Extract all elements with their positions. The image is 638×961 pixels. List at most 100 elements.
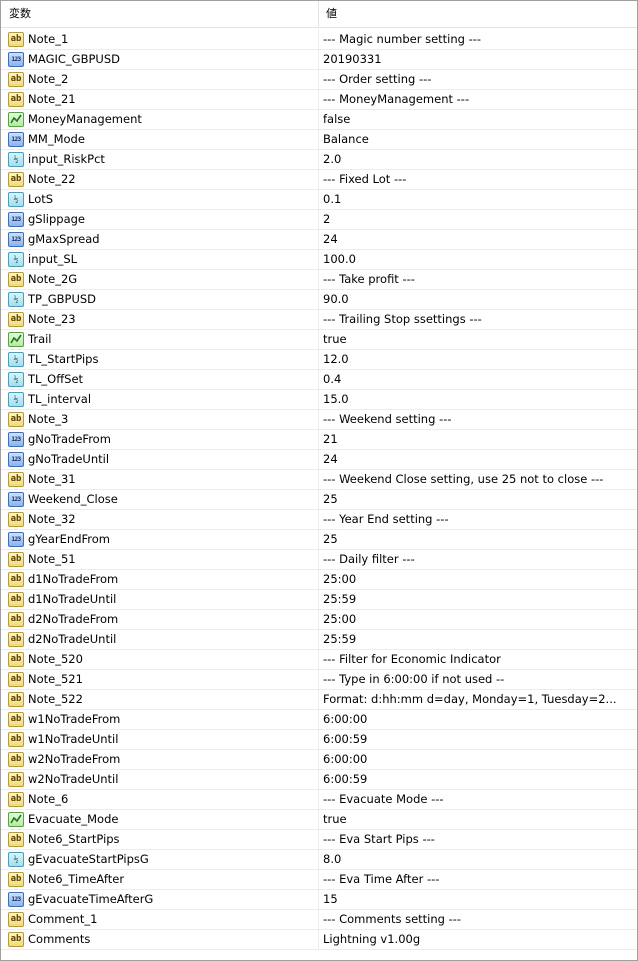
value-cell[interactable]: Format: d:hh:mm d=day, Monday=1, Tuesday… — [320, 690, 637, 709]
value-cell[interactable]: 12.0 — [320, 350, 637, 369]
value-cell[interactable]: --- Weekend setting --- — [320, 410, 637, 429]
table-row[interactable]: ab Note_3 --- Weekend setting --- — [1, 410, 637, 430]
string-icon: ab — [8, 752, 24, 767]
table-row[interactable]: Trail true — [1, 330, 637, 350]
value-cell[interactable]: 100.0 — [320, 250, 637, 269]
table-row[interactable]: ab Comment_1 --- Comments setting --- — [1, 910, 637, 930]
value-cell[interactable]: 24 — [320, 450, 637, 469]
table-row[interactable]: ab Note_23 --- Trailing Stop ssettings --- — [1, 310, 637, 330]
value-cell[interactable]: 25:00 — [320, 610, 637, 629]
value-cell[interactable]: 15.0 — [320, 390, 637, 409]
value-cell[interactable]: 15 — [320, 890, 637, 909]
table-row[interactable]: 123 Weekend_Close 25 — [1, 490, 637, 510]
value-cell[interactable]: 25 — [320, 530, 637, 549]
value-cell[interactable]: 25:00 — [320, 570, 637, 589]
double-icon: ½ — [8, 852, 24, 867]
value-cell[interactable]: 24 — [320, 230, 637, 249]
table-row[interactable]: ab d1NoTradeFrom 25:00 — [1, 570, 637, 590]
table-row[interactable]: ½ input_RiskPct 2.0 — [1, 150, 637, 170]
value-cell[interactable]: --- MoneyManagement --- — [320, 90, 637, 109]
value-cell[interactable]: 2 — [320, 210, 637, 229]
table-row[interactable]: 123 gYearEndFrom 25 — [1, 530, 637, 550]
value-cell[interactable]: 21 — [320, 430, 637, 449]
table-row[interactable]: ab w1NoTradeUntil 6:00:59 — [1, 730, 637, 750]
table-row[interactable]: ab Note_522 Format: d:hh:mm d=day, Monday=… — [1, 690, 637, 710]
value-cell[interactable]: true — [320, 810, 637, 829]
value-cell[interactable]: --- Magic number setting --- — [320, 30, 637, 49]
value-cell[interactable]: 8.0 — [320, 850, 637, 869]
value-cell[interactable]: --- Filter for Economic Indicator — [320, 650, 637, 669]
table-row[interactable]: 123 gMaxSpread 24 — [1, 230, 637, 250]
table-row[interactable]: 123 MAGIC_GBPUSD 20190331 — [1, 50, 637, 70]
value-cell[interactable]: --- Order setting --- — [320, 70, 637, 89]
value-cell[interactable]: 25:59 — [320, 590, 637, 609]
table-row[interactable]: ab w1NoTradeFrom 6:00:00 — [1, 710, 637, 730]
value-cell[interactable]: 90.0 — [320, 290, 637, 309]
table-row[interactable]: ab Note_2 --- Order setting --- — [1, 70, 637, 90]
value-cell[interactable]: --- Eva Start Pips --- — [320, 830, 637, 849]
value-cell[interactable]: false — [320, 110, 637, 129]
table-row[interactable]: ½ TP_GBPUSD 90.0 — [1, 290, 637, 310]
value-cell[interactable]: 25 — [320, 490, 637, 509]
table-row[interactable]: 123 MM_Mode Balance — [1, 130, 637, 150]
table-row[interactable]: 123 gSlippage 2 — [1, 210, 637, 230]
value-cell[interactable]: 6:00:00 — [320, 710, 637, 729]
double-icon: ½ — [8, 372, 24, 387]
value-cell[interactable]: --- Year End setting --- — [320, 510, 637, 529]
value-cell[interactable]: --- Daily filter --- — [320, 550, 637, 569]
table-row[interactable]: ab Note_51 --- Daily filter --- — [1, 550, 637, 570]
value-cell[interactable]: 2.0 — [320, 150, 637, 169]
value-cell[interactable]: --- Trailing Stop ssettings --- — [320, 310, 637, 329]
table-row[interactable]: ab Note_1 --- Magic number setting --- — [1, 30, 637, 50]
table-row[interactable]: ab Note_6 --- Evacuate Mode --- — [1, 790, 637, 810]
value-cell[interactable]: --- Take profit --- — [320, 270, 637, 289]
value-cell[interactable]: 6:00:00 — [320, 750, 637, 769]
value-cell[interactable]: --- Type in 6:00:00 if not used -- — [320, 670, 637, 689]
table-row[interactable]: ab w2NoTradeFrom 6:00:00 — [1, 750, 637, 770]
table-row[interactable]: ab Note6_TimeAfter --- Eva Time After --- — [1, 870, 637, 890]
value-cell[interactable]: --- Comments setting --- — [320, 910, 637, 929]
table-row[interactable]: 123 gNoTradeUntil 24 — [1, 450, 637, 470]
table-row[interactable]: ½ TL_OffSet 0.4 — [1, 370, 637, 390]
table-row[interactable]: ab Note6_StartPips --- Eva Start Pips --- — [1, 830, 637, 850]
value-cell[interactable]: --- Eva Time After --- — [320, 870, 637, 889]
table-row[interactable]: MoneyManagement false — [1, 110, 637, 130]
table-row[interactable]: ab Comments Lightning v1.00g — [1, 930, 637, 950]
table-row[interactable]: ab Note_32 --- Year End setting --- — [1, 510, 637, 530]
table-row[interactable]: ½ gEvacuateStartPipsG 8.0 — [1, 850, 637, 870]
value-cell[interactable]: 25:59 — [320, 630, 637, 649]
table-row[interactable]: ½ TL_StartPips 12.0 — [1, 350, 637, 370]
table-row[interactable]: ½ TL_interval 15.0 — [1, 390, 637, 410]
value-cell[interactable]: Lightning v1.00g — [320, 930, 637, 949]
table-row[interactable]: ab Note_520 --- Filter for Economic Indica… — [1, 650, 637, 670]
value-cell[interactable]: Balance — [320, 130, 637, 149]
table-row[interactable]: ½ LotS 0.1 — [1, 190, 637, 210]
value-cell[interactable]: true — [320, 330, 637, 349]
table-row[interactable]: ab d2NoTradeFrom 25:00 — [1, 610, 637, 630]
value-cell[interactable]: --- Fixed Lot --- — [320, 170, 637, 189]
table-row[interactable]: ab Note_22 --- Fixed Lot --- — [1, 170, 637, 190]
table-row[interactable]: ab Note_21 --- MoneyManagement --- — [1, 90, 637, 110]
table-row[interactable]: 123 gNoTradeFrom 21 — [1, 430, 637, 450]
table-row[interactable]: ab Note_2G --- Take profit --- — [1, 270, 637, 290]
table-row[interactable]: 123 gEvacuateTimeAfterG 15 — [1, 890, 637, 910]
value-cell[interactable]: 0.4 — [320, 370, 637, 389]
value-cell[interactable]: 6:00:59 — [320, 770, 637, 789]
table-row[interactable]: ab d2NoTradeUntil 25:59 — [1, 630, 637, 650]
double-icon: ½ — [8, 352, 24, 367]
table-row[interactable]: Evacuate_Mode true — [1, 810, 637, 830]
table-row[interactable]: ab Note_31 --- Weekend Close setting, use … — [1, 470, 637, 490]
string-icon: ab — [8, 412, 24, 427]
header-value[interactable]: 値 — [320, 1, 637, 27]
value-cell[interactable]: --- Evacuate Mode --- — [320, 790, 637, 809]
table-row[interactable]: ab d1NoTradeUntil 25:59 — [1, 590, 637, 610]
table-row[interactable]: ½ input_SL 100.0 — [1, 250, 637, 270]
table-row[interactable]: ab w2NoTradeUntil 6:00:59 — [1, 770, 637, 790]
header-variable[interactable]: 変数 — [1, 1, 319, 27]
variable-name: Note_23 — [28, 312, 76, 326]
table-row[interactable]: ab Note_521 --- Type in 6:00:00 if not use… — [1, 670, 637, 690]
value-cell[interactable]: 0.1 — [320, 190, 637, 209]
value-cell[interactable]: 6:00:59 — [320, 730, 637, 749]
value-cell[interactable]: --- Weekend Close setting, use 25 not to… — [320, 470, 637, 489]
value-cell[interactable]: 20190331 — [320, 50, 637, 69]
